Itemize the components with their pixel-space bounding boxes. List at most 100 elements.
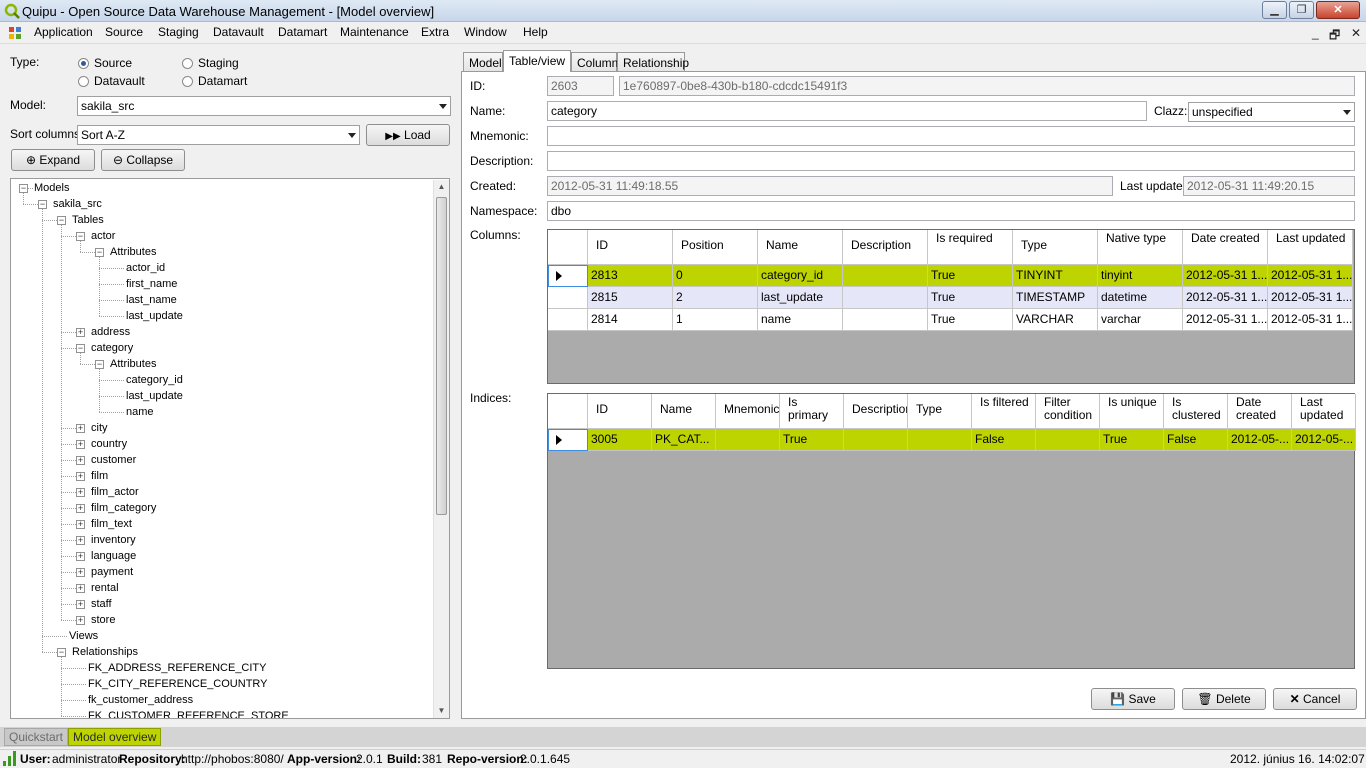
indices-cell[interactable] (1036, 429, 1100, 451)
model-select[interactable]: sakila_src (77, 96, 451, 116)
tree-collapse-icon[interactable]: − (76, 344, 85, 353)
columns-cell[interactable]: category_id (758, 265, 843, 287)
row-header[interactable] (548, 309, 588, 331)
tree-expand-icon[interactable]: + (76, 472, 85, 481)
tree-node[interactable]: category_id (126, 373, 183, 387)
tree-node[interactable]: FK_CITY_REFERENCE_COUNTRY (88, 677, 268, 691)
tree-node[interactable]: inventory (91, 533, 136, 547)
row-header[interactable] (548, 287, 588, 309)
indices-cell[interactable]: False (972, 429, 1036, 451)
columns-cell[interactable]: True (928, 287, 1013, 309)
doc-tab-model-overview[interactable]: Model overview (68, 728, 162, 746)
menu-datavault[interactable]: Datavault (211, 25, 266, 39)
tree-node[interactable]: rental (91, 581, 119, 595)
mdi-restore-button[interactable]: 🗗 (1329, 26, 1340, 47)
tree-node[interactable]: FK_ADDRESS_REFERENCE_CITY (88, 661, 267, 675)
tree-node[interactable]: country (91, 437, 127, 451)
columns-cell[interactable]: 2012-05-31 1... (1183, 287, 1268, 309)
tab-relationship[interactable]: Relationship (617, 52, 689, 72)
delete-button[interactable]: 🗑 Delete (1182, 688, 1266, 710)
tree-node[interactable]: fk_customer_address (88, 693, 193, 707)
radio-staging[interactable] (182, 58, 193, 69)
columns-cell[interactable]: True (928, 309, 1013, 331)
window-close-button[interactable]: ✕ (1316, 1, 1360, 19)
columns-cell[interactable]: TINYINT (1013, 265, 1098, 287)
columns-cell[interactable]: 2012-05-31 1... (1268, 265, 1353, 287)
radio-datavault[interactable] (78, 76, 89, 87)
tree-node[interactable]: film_text (91, 517, 132, 531)
columns-cell[interactable]: 2012-05-31 1... (1268, 309, 1353, 331)
tree-expand-icon[interactable]: + (76, 600, 85, 609)
mdi-close-button[interactable]: ✕ (1351, 26, 1361, 40)
window-maximize-button[interactable]: ❐ (1289, 1, 1314, 19)
cancel-button[interactable]: ✕ Cancel (1273, 688, 1357, 710)
radio-source[interactable] (78, 58, 89, 69)
indices-column-header[interactable]: Is unique (1100, 394, 1164, 429)
indices-column-header[interactable]: ID (588, 394, 652, 429)
tree-expand-icon[interactable]: + (76, 424, 85, 433)
tree-expand-icon[interactable]: + (76, 568, 85, 577)
radio-datamart[interactable] (182, 76, 193, 87)
indices-column-header[interactable]: Date created (1228, 394, 1292, 429)
tree-collapse-icon[interactable]: − (19, 184, 28, 193)
columns-cell[interactable]: TIMESTAMP (1013, 287, 1098, 309)
tree-collapse-icon[interactable]: − (57, 648, 66, 657)
tree-node[interactable]: city (91, 421, 108, 435)
tree-expand-icon[interactable]: + (76, 584, 85, 593)
namespace-field[interactable]: dbo (547, 201, 1355, 221)
columns-cell[interactable]: True (928, 265, 1013, 287)
columns-cell[interactable]: name (758, 309, 843, 331)
tree-node[interactable]: Relationships (72, 645, 138, 659)
indices-column-header[interactable]: Filter condition (1036, 394, 1100, 429)
indices-cell[interactable] (908, 429, 972, 451)
columns-column-header[interactable]: Position (673, 230, 758, 265)
columns-cell[interactable] (843, 287, 928, 309)
columns-cell[interactable]: 2814 (588, 309, 673, 331)
menu-window[interactable]: Window (462, 25, 509, 39)
tree-node[interactable]: staff (91, 597, 112, 611)
tree-expand-icon[interactable]: + (76, 456, 85, 465)
tree-node[interactable]: Models (34, 181, 69, 195)
columns-column-header[interactable]: Name (758, 230, 843, 265)
tree-node[interactable]: address (91, 325, 130, 339)
columns-cell[interactable]: 2815 (588, 287, 673, 309)
tree-node[interactable]: last_name (126, 293, 177, 307)
tree-collapse-icon[interactable]: − (95, 248, 104, 257)
columns-grid[interactable]: ID Position Name Description Is required Type… (547, 229, 1355, 384)
tab-model[interactable]: Model (463, 52, 503, 72)
indices-cell[interactable] (716, 429, 780, 451)
tree-collapse-icon[interactable]: − (38, 200, 47, 209)
tree-expand-icon[interactable]: + (76, 552, 85, 561)
tree-collapse-icon[interactable]: − (76, 232, 85, 241)
model-tree[interactable]: − Models − sakila_src − Tables − actor − Attribut… (10, 178, 450, 719)
columns-cell[interactable]: last_update (758, 287, 843, 309)
columns-cell[interactable] (843, 309, 928, 331)
indices-column-header[interactable]: Type (908, 394, 972, 429)
indices-column-header[interactable]: Is primary (780, 394, 844, 429)
indices-cell[interactable]: 2012-05-... (1228, 429, 1292, 451)
tree-node[interactable]: Attributes (110, 245, 156, 259)
columns-column-header[interactable]: Date created (1183, 230, 1268, 265)
tab-table-view[interactable]: Table/view (503, 50, 571, 72)
columns-cell[interactable]: 2813 (588, 265, 673, 287)
columns-column-header[interactable]: Type (1013, 230, 1098, 265)
indices-column-header[interactable]: Is filtered (972, 394, 1036, 429)
indices-column-header[interactable]: Description (844, 394, 908, 429)
menu-help[interactable]: Help (521, 25, 550, 39)
scroll-thumb[interactable] (436, 197, 447, 515)
indices-cell[interactable]: True (1100, 429, 1164, 451)
columns-column-header[interactable]: Is required (928, 230, 1013, 265)
tree-node[interactable]: Tables (72, 213, 104, 227)
tree-node[interactable]: language (91, 549, 136, 563)
columns-cell[interactable]: tinyint (1098, 265, 1183, 287)
menu-staging[interactable]: Staging (156, 25, 201, 39)
columns-column-header[interactable]: Description (843, 230, 928, 265)
indices-column-header[interactable]: Is clustered (1164, 394, 1228, 429)
columns-column-header[interactable]: Last updated (1268, 230, 1353, 265)
menu-datamart[interactable]: Datamart (276, 25, 329, 39)
tree-node[interactable]: last_update (126, 309, 183, 323)
indices-cell[interactable]: PK_CAT... (652, 429, 716, 451)
mnemonic-field[interactable] (547, 126, 1355, 146)
columns-cell[interactable]: varchar (1098, 309, 1183, 331)
columns-cell[interactable]: 2012-05-31 1... (1183, 265, 1268, 287)
